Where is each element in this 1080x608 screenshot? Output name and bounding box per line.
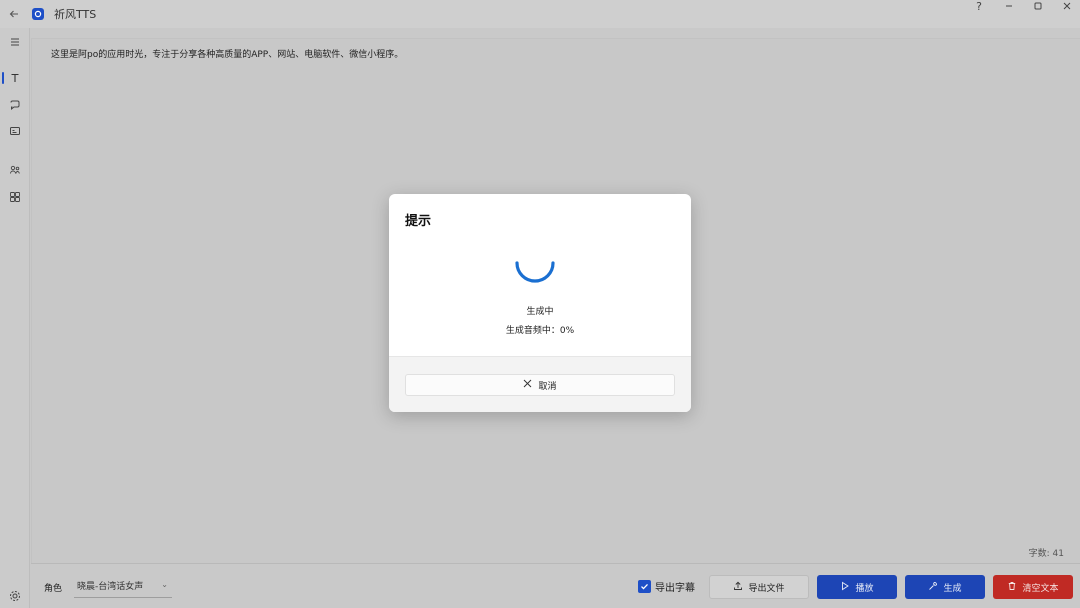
people-icon [9, 161, 21, 180]
generate-label: 生成 [943, 583, 962, 594]
sidebar-item-people[interactable] [0, 160, 30, 180]
role-select[interactable]: 晓晨-台湾话女声 ⌄ [74, 574, 172, 598]
checkbox-checked-icon[interactable] [638, 580, 651, 593]
chevron-down-icon: ⌄ [161, 580, 168, 589]
play-button[interactable]: 播放 [817, 575, 897, 599]
menu-icon[interactable] [0, 32, 30, 52]
clear-text-button[interactable]: 清空文本 [993, 575, 1073, 599]
sidebar-item-chat[interactable] [0, 95, 30, 115]
sidebar-item-text[interactable] [0, 68, 30, 88]
sidebar-item-subtitle[interactable] [0, 121, 30, 141]
app-title: 祈风TTS [54, 8, 97, 21]
dialog-title: 提示 [405, 214, 432, 229]
upload-icon [733, 581, 743, 594]
loading-spinner-icon [514, 257, 556, 287]
close-icon [523, 379, 532, 391]
progress-text: 生成音频中：0% [505, 326, 575, 336]
subtitle-icon [9, 122, 21, 141]
close-window-icon[interactable] [1052, 0, 1080, 12]
back-arrow-icon[interactable] [0, 0, 28, 28]
cancel-button[interactable]: 取消 [405, 374, 675, 396]
progress-dialog: 提示 生成中 生成音频中：0% 取消 [389, 194, 691, 412]
sidebar-item-apps[interactable] [0, 187, 30, 207]
export-file-label: 导出文件 [748, 583, 785, 594]
help-icon[interactable]: ? [964, 0, 994, 13]
title-bar: 祈风TTS [0, 0, 1080, 28]
sidebar [0, 28, 30, 608]
cancel-label: 取消 [538, 381, 557, 392]
export-subtitle-label: 导出字幕 [655, 583, 695, 594]
apps-icon [9, 188, 21, 207]
bottom-toolbar: 角色 晓晨-台湾话女声 ⌄ 导出字幕 导出文件 播放 生成 清空文本 [31, 563, 1080, 608]
settings-gear-icon[interactable] [8, 588, 22, 602]
wrench-icon [928, 581, 938, 594]
export-file-button[interactable]: 导出文件 [709, 575, 809, 599]
editor-content[interactable]: 这里是阿po的应用时光，专注于分享各种高质量的APP、网站、电脑软件、微信小程序… [51, 47, 403, 60]
maximize-icon[interactable] [1023, 0, 1053, 12]
play-icon [840, 581, 850, 594]
chat-icon [9, 96, 21, 115]
status-text: 生成中 [526, 307, 554, 317]
minimize-icon[interactable] [994, 0, 1024, 12]
generate-button[interactable]: 生成 [905, 575, 985, 599]
app-logo-icon [32, 8, 44, 20]
play-label: 播放 [855, 583, 874, 594]
dialog-footer: 取消 [389, 356, 691, 412]
clear-text-label: 清空文本 [1022, 583, 1059, 594]
export-subtitle-checkbox[interactable]: 导出字幕 [638, 579, 695, 594]
role-value: 晓晨-台湾话女声 [77, 582, 144, 592]
trash-icon [1007, 581, 1017, 594]
role-label: 角色 [44, 584, 63, 594]
text-icon [9, 69, 21, 88]
char-count: 字数: 41 [1028, 549, 1064, 559]
